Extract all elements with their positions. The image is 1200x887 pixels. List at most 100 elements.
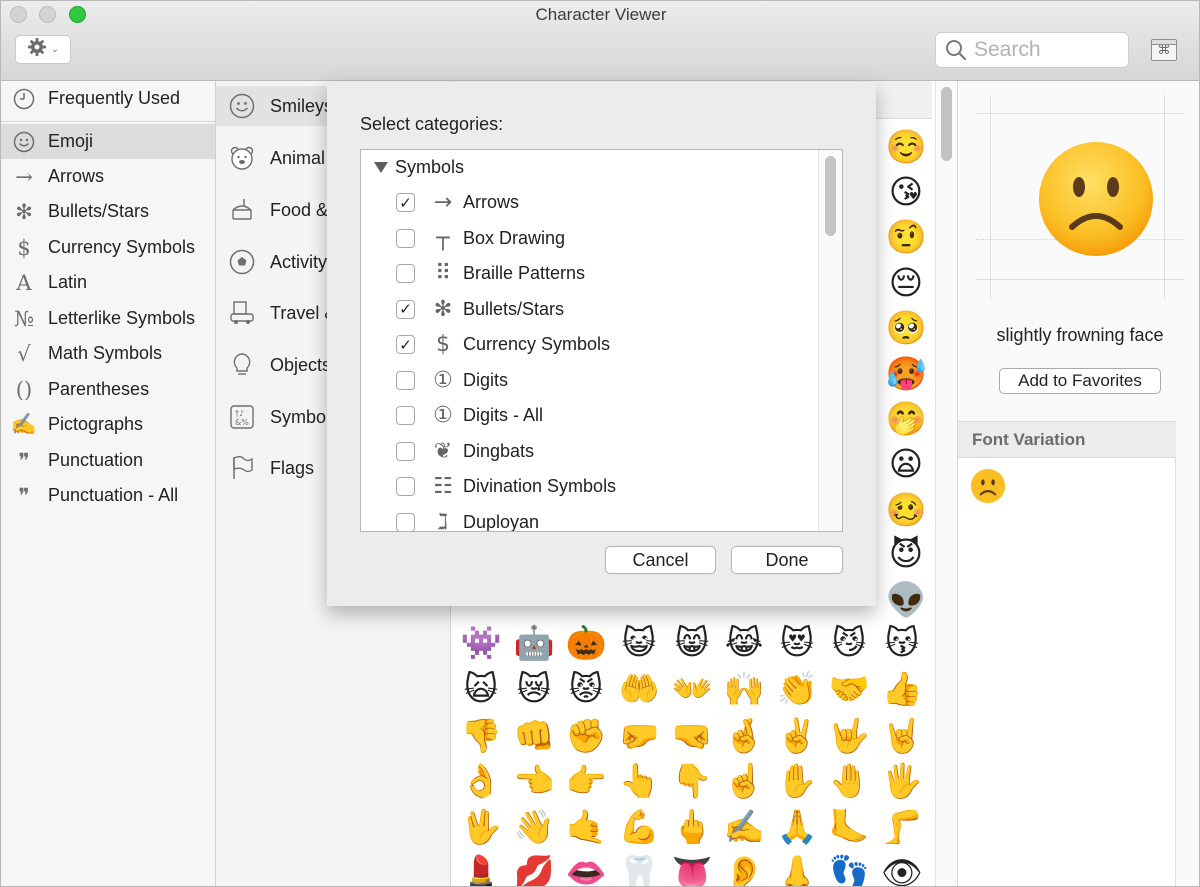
sidebar-item-currency-symbols[interactable]: $ Currency Symbols [1, 230, 215, 265]
category-row[interactable]: ✓ → Arrows [361, 185, 817, 220]
category-row[interactable]: ① Digits [361, 363, 817, 398]
emoji-cell[interactable]: 😔 [881, 261, 931, 305]
emoji-cell[interactable]: 🦷 [615, 851, 663, 886]
search-field[interactable] [935, 32, 1129, 68]
emoji-cell[interactable]: 🤚 [825, 759, 873, 803]
grid-scrollbar[interactable] [935, 81, 957, 886]
category-row[interactable]: ⠿ Braille Patterns [361, 256, 817, 291]
emoji-cell[interactable]: 👍 [878, 667, 926, 711]
emoji-cell[interactable]: 👄 [562, 851, 610, 886]
emoji-cell[interactable]: 👆 [615, 759, 663, 803]
checkbox-checked[interactable]: ✓ [396, 335, 415, 354]
sidebar-item-emoji[interactable]: Emoji [1, 124, 215, 159]
category-row[interactable]: ✓ $ Currency Symbols [361, 327, 817, 362]
emoji-cell[interactable]: 🤭 [881, 397, 931, 441]
sidebar-item-parentheses[interactable]: () Parentheses [1, 372, 215, 407]
checkbox-unchecked[interactable] [396, 477, 415, 496]
checklist-scrollbar[interactable] [818, 150, 842, 531]
emoji-cell[interactable]: 👣 [825, 851, 873, 886]
emoji-cell[interactable]: 🖐 [878, 759, 926, 803]
emoji-cell[interactable]: 👈 [510, 759, 558, 803]
emoji-cell[interactable]: 👌 [457, 759, 505, 803]
done-button[interactable]: Done [731, 546, 843, 574]
category-row[interactable]: ❦ Dingbats [361, 434, 817, 469]
add-to-favorites-button[interactable]: Add to Favorites [999, 368, 1161, 394]
emoji-cell[interactable]: 🙀 [457, 667, 505, 711]
emoji-cell[interactable]: ☺️ [881, 125, 931, 169]
emoji-cell[interactable]: 🦶 [825, 805, 873, 849]
emoji-cell[interactable]: 🖖 [457, 805, 505, 849]
sidebar-item-bullets-stars[interactable]: ✻ Bullets/Stars [1, 194, 215, 229]
emoji-cell[interactable]: 🤝 [825, 667, 873, 711]
category-row[interactable]: ① Digits - All [361, 398, 817, 433]
sidebar-item-arrows[interactable]: → Arrows [1, 159, 215, 194]
emoji-cell[interactable]: 😿 [510, 667, 558, 711]
emoji-cell[interactable]: 😸 [668, 621, 716, 665]
emoji-cell[interactable]: 🤜 [668, 714, 716, 758]
category-row[interactable]: ℷ Duployan [361, 505, 817, 531]
emoji-cell[interactable]: 🤲 [615, 667, 663, 711]
checkbox-unchecked[interactable] [396, 512, 415, 531]
emoji-cell[interactable]: 🎃 [562, 621, 610, 665]
keyboard-viewer-icon[interactable]: ⌘ [1151, 39, 1177, 61]
emoji-cell[interactable]: 👁 [878, 851, 926, 886]
emoji-cell[interactable]: 😈 [881, 532, 931, 576]
emoji-cell[interactable]: 😘 [881, 170, 931, 214]
checkbox-unchecked[interactable] [396, 441, 415, 461]
emoji-cell[interactable]: 👊 [510, 714, 558, 758]
emoji-cell[interactable]: 🤖 [510, 621, 558, 665]
emoji-cell[interactable]: 🙌 [720, 667, 768, 711]
emoji-cell[interactable]: 😾 [562, 667, 610, 711]
sidebar-item-math-symbols[interactable]: √ Math Symbols [1, 336, 215, 371]
emoji-cell[interactable]: 😹 [720, 621, 768, 665]
emoji-cell[interactable]: 🖕 [668, 805, 716, 849]
emoji-cell[interactable]: 👃 [773, 851, 821, 886]
sidebar-item-punctuation-all[interactable]: ❞ Punctuation - All [1, 478, 215, 513]
checkbox-unchecked[interactable] [396, 370, 415, 390]
emoji-cell[interactable]: 👋 [510, 805, 558, 849]
emoji-cell[interactable]: 💪 [615, 805, 663, 849]
emoji-cell[interactable]: 🤨 [881, 215, 931, 259]
checkbox-unchecked[interactable] [396, 228, 415, 248]
emoji-cell[interactable]: 🤞 [720, 714, 768, 758]
emoji-cell[interactable]: 😼 [825, 621, 873, 665]
sidebar-item-pictographs[interactable]: ✍ Pictographs [1, 407, 215, 442]
search-input[interactable] [974, 38, 1124, 62]
emoji-cell[interactable]: 👅 [668, 851, 716, 886]
emoji-cell[interactable]: ✊ [562, 714, 610, 758]
emoji-cell[interactable]: 🥴 [881, 488, 931, 532]
emoji-cell[interactable]: 👂 [720, 851, 768, 886]
emoji-cell[interactable]: 🥺 [881, 306, 931, 350]
emoji-cell[interactable]: 👉 [562, 759, 610, 803]
emoji-cell[interactable]: 👎 [457, 714, 505, 758]
sidebar-item-latin[interactable]: A Latin [1, 265, 215, 300]
checkbox-unchecked[interactable] [396, 406, 415, 425]
group-symbols[interactable]: Symbols [361, 150, 817, 185]
emoji-cell[interactable]: ✋ [773, 759, 821, 803]
category-row[interactable]: ☷ Divination Symbols [361, 469, 817, 504]
emoji-cell[interactable]: 😽 [878, 621, 926, 665]
emoji-cell[interactable]: 😦 [881, 442, 931, 486]
emoji-cell[interactable]: 👽 [881, 578, 931, 622]
emoji-cell[interactable]: 🦵 [878, 805, 926, 849]
emoji-cell[interactable]: 🙏 [773, 805, 821, 849]
emoji-cell[interactable]: 👐 [668, 667, 716, 711]
action-menu-button[interactable]: ⌄ [15, 35, 71, 64]
checkbox-unchecked[interactable] [396, 264, 415, 283]
cancel-button[interactable]: Cancel [605, 546, 716, 574]
emoji-cell[interactable]: 💋 [510, 851, 558, 886]
sidebar-item-letterlike-symbols[interactable]: № Letterlike Symbols [1, 301, 215, 336]
emoji-cell[interactable]: 🤛 [615, 714, 663, 758]
emoji-cell[interactable]: 👏 [773, 667, 821, 711]
scrollbar-thumb[interactable] [825, 156, 836, 236]
emoji-cell[interactable]: 😻 [773, 621, 821, 665]
emoji-cell[interactable]: ☝️ [720, 759, 768, 803]
scrollbar-thumb[interactable] [941, 87, 952, 161]
font-variation-item[interactable] [970, 468, 1008, 506]
emoji-cell[interactable]: 🤟 [825, 714, 873, 758]
sidebar-item-punctuation[interactable]: ❞ Punctuation [1, 443, 215, 478]
emoji-cell[interactable]: 🥵 [881, 352, 931, 396]
emoji-cell[interactable]: ✌️ [773, 714, 821, 758]
emoji-cell[interactable]: 💄 [457, 851, 505, 886]
category-row[interactable]: ✓ ✻ Bullets/Stars [361, 292, 817, 327]
